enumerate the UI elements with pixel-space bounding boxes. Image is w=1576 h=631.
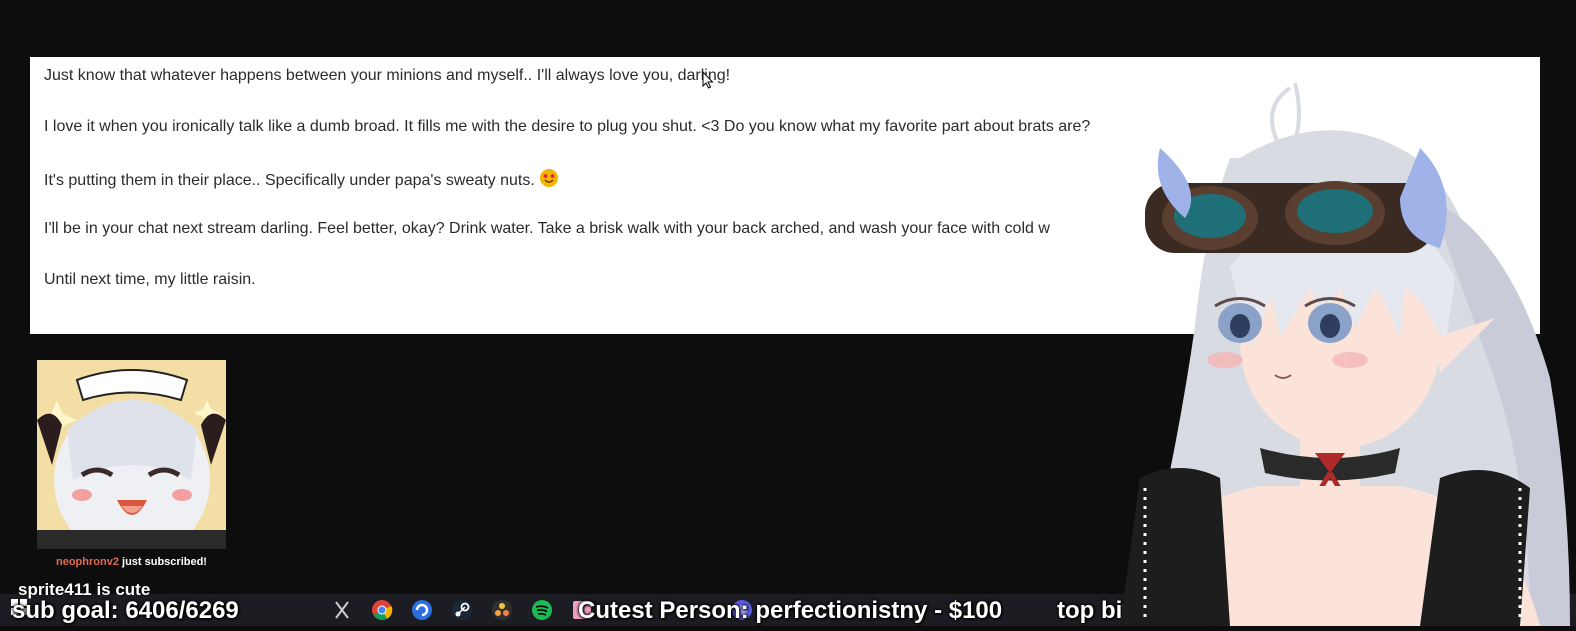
sub-goal-counter: sub goal: 6406/6269 [12, 597, 239, 624]
sub-alert-username: neophronv2 [56, 556, 119, 568]
chrome-icon[interactable] [370, 598, 394, 622]
message-line-3-text: It's putting them in their place.. Speci… [44, 172, 535, 189]
cutest-person-donation: Cutest Person: perfectionistny - $100 [578, 597, 1003, 624]
browser-icon[interactable] [410, 598, 434, 622]
vtuber-avatar [1100, 78, 1576, 627]
smiling-face-with-hearts-icon [539, 168, 559, 194]
mouse-cursor-icon [702, 70, 714, 94]
sub-alert-chibi-image [37, 360, 226, 549]
game-app-icon[interactable] [330, 598, 354, 622]
sub-alert-action: just subscribed! [118, 556, 207, 568]
spotify-icon[interactable] [530, 598, 554, 622]
steam-icon[interactable] [450, 598, 474, 622]
obs-icon[interactable] [490, 598, 514, 622]
sub-alert-text: neophronv2 just subscribed! [37, 556, 226, 568]
